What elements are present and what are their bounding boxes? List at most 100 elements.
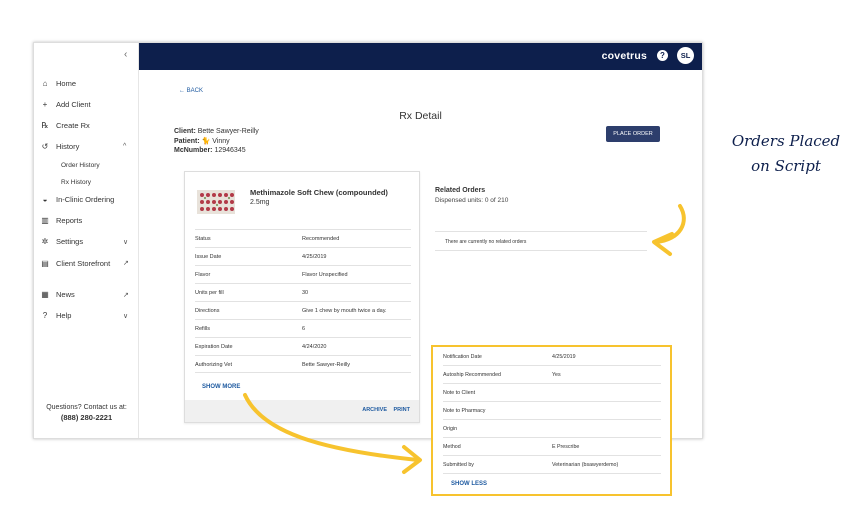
contact-text: Questions? Contact us at: xyxy=(46,404,127,411)
detail-key: Flavor xyxy=(195,272,211,278)
sidebar-item-label: Reports xyxy=(56,216,83,225)
create-rx-icon: ℞ xyxy=(41,121,49,130)
sidebar-item-label: In-Clinic Ordering xyxy=(56,195,115,204)
storefront-icon: ▤ xyxy=(41,259,49,268)
mcnumber-value: 12946345 xyxy=(214,147,246,154)
gear-icon: ✲ xyxy=(41,237,49,246)
add-client-icon: + xyxy=(42,100,48,109)
detail-key: Method xyxy=(443,444,461,450)
detail-key: Note to Client xyxy=(443,390,476,396)
reports-icon: ▥ xyxy=(41,216,49,225)
client-label: Client: xyxy=(174,128,196,135)
detail-row: Method E Prescribe xyxy=(443,438,661,456)
detail-value: 4/25/2019 xyxy=(302,254,327,260)
product-image xyxy=(197,190,235,214)
contact-info: Questions? Contact us at: (888) 280-2221 xyxy=(34,404,139,422)
chevron-up-icon[interactable]: ^ xyxy=(123,143,139,150)
detail-key: Note to Pharmacy xyxy=(443,408,486,414)
client-info: Client: Bette Sawyer-Reilly Patient: 🐈 V… xyxy=(174,127,259,156)
sidebar-item-history[interactable]: ↺ History ^ xyxy=(34,142,139,151)
detail-key: Autoship Recommended xyxy=(443,372,502,378)
detail-row: Directions Give 1 chew by mouth twice a d… xyxy=(195,301,411,319)
detail-row: Flavor Flavor Unspecified xyxy=(195,265,411,283)
print-button[interactable]: PRINT xyxy=(394,407,411,413)
back-link[interactable]: ← BACK xyxy=(179,88,203,94)
rx-detail-card: Methimazole Soft Chew (compounded) 2.5mg… xyxy=(184,171,420,423)
annotation-line: on Script xyxy=(751,157,821,175)
dispensed-units: Dispensed units: 0 of 210 xyxy=(435,197,509,204)
archive-button[interactable]: ARCHIVE xyxy=(362,407,387,413)
detail-value: 4/25/2019 xyxy=(552,354,576,360)
covetrus-logo[interactable]: covetrus xyxy=(602,50,647,62)
detail-key: Notification Date xyxy=(443,354,482,360)
news-icon: ▦ xyxy=(41,290,49,299)
sidebar-item-label: Add Client xyxy=(56,100,91,109)
detail-value: Yes xyxy=(552,372,561,378)
sidebar-item-create-rx[interactable]: ℞ Create Rx xyxy=(34,121,139,130)
sidebar-item-label: Create Rx xyxy=(56,121,90,130)
related-orders-title: Related Orders xyxy=(435,187,486,194)
card-footer: ARCHIVE PRINT xyxy=(185,400,419,422)
expanded-details-panel: Notification Date 4/25/2019 Autoship Reco… xyxy=(431,345,672,496)
detail-value: 6 xyxy=(302,326,306,332)
detail-key: Origin xyxy=(443,426,458,432)
detail-key: Status xyxy=(195,236,211,242)
detail-key: Submitted by xyxy=(443,462,474,468)
sidebar-subitem-rx-history[interactable]: Rx History xyxy=(61,179,91,186)
detail-row: Note to Client xyxy=(443,384,661,402)
detail-value: Recommended xyxy=(302,236,340,242)
place-order-button[interactable]: PLACE ORDER xyxy=(606,126,660,142)
collapse-sidebar-icon[interactable]: ‹ xyxy=(124,49,127,60)
detail-row: Issue Date 4/25/2019 xyxy=(195,247,411,265)
avatar[interactable]: SL xyxy=(677,47,694,64)
sidebar-item-news[interactable]: ▦ News ↗ xyxy=(34,290,139,299)
sidebar: ‹ ⌂ Home + Add Client ℞ Create Rx ↺ Hist… xyxy=(34,43,139,438)
detail-row: Origin xyxy=(443,420,661,438)
sidebar-item-settings[interactable]: ✲ Settings ∨ xyxy=(34,237,139,246)
sidebar-item-help[interactable]: ? Help ∨ xyxy=(34,311,139,320)
detail-key: Issue Date xyxy=(195,254,222,260)
patient-value: Vinny xyxy=(212,137,230,145)
external-link-icon: ↗ xyxy=(123,260,129,267)
sidebar-item-label: History xyxy=(56,142,80,151)
sidebar-subitem-order-history[interactable]: Order History xyxy=(61,162,100,169)
page-title: Rx Detail xyxy=(399,110,442,122)
show-more-button[interactable]: SHOW MORE xyxy=(202,384,240,390)
detail-row: Submitted by Veterinarian (bsawyerdemo) xyxy=(443,456,661,474)
patient-label: Patient: xyxy=(174,137,200,145)
sidebar-item-add-client[interactable]: + Add Client xyxy=(34,100,139,109)
sidebar-item-label: Home xyxy=(56,79,77,88)
show-less-button[interactable]: SHOW LESS xyxy=(451,481,487,487)
sidebar-item-in-clinic-ordering[interactable]: ◒ In-Clinic Ordering xyxy=(34,195,139,204)
external-link-icon: ↗ xyxy=(123,291,129,299)
detail-row: Autoship Recommended Yes xyxy=(443,366,661,384)
home-icon: ⌂ xyxy=(42,79,48,88)
detail-value: Bette Sawyer-Reilly xyxy=(302,362,350,368)
detail-key: Refills xyxy=(195,326,210,332)
chevron-down-icon[interactable]: ∨ xyxy=(123,312,139,320)
detail-key: Units per fill xyxy=(195,290,224,296)
detail-key: Authorizing Vet xyxy=(195,362,232,368)
no-related-orders-message: There are currently no related orders xyxy=(435,231,647,251)
help-icon[interactable]: ? xyxy=(657,50,668,61)
cat-icon: 🐈 xyxy=(201,137,211,145)
detail-row: Refills 6 xyxy=(195,319,411,337)
sidebar-item-home[interactable]: ⌂ Home xyxy=(34,79,139,88)
detail-value: Flavor Unspecified xyxy=(302,272,348,278)
product-name: Methimazole Soft Chew (compounded) xyxy=(250,188,388,197)
basket-icon: ◒ xyxy=(42,195,48,204)
client-value: Bette Sawyer-Reilly xyxy=(197,128,259,135)
contact-phone[interactable]: (888) 280-2221 xyxy=(34,413,139,422)
detail-row: Units per fill 30 xyxy=(195,283,411,301)
history-icon: ↺ xyxy=(41,142,49,151)
sidebar-item-reports[interactable]: ▥ Reports xyxy=(34,216,139,225)
top-bar: covetrus ? SL xyxy=(139,43,702,70)
sidebar-item-label: Client Storefront xyxy=(56,259,111,268)
product-dose: 2.5mg xyxy=(250,199,270,206)
chevron-down-icon[interactable]: ∨ xyxy=(123,238,139,246)
sidebar-item-label: News xyxy=(56,290,75,299)
arrow-head-expanded xyxy=(402,445,422,474)
detail-key: Expiration Date xyxy=(195,344,233,350)
sidebar-item-client-storefront[interactable]: ▤ Client Storefront ↗ xyxy=(34,259,139,268)
detail-row: Expiration Date 4/24/2020 xyxy=(195,337,411,355)
